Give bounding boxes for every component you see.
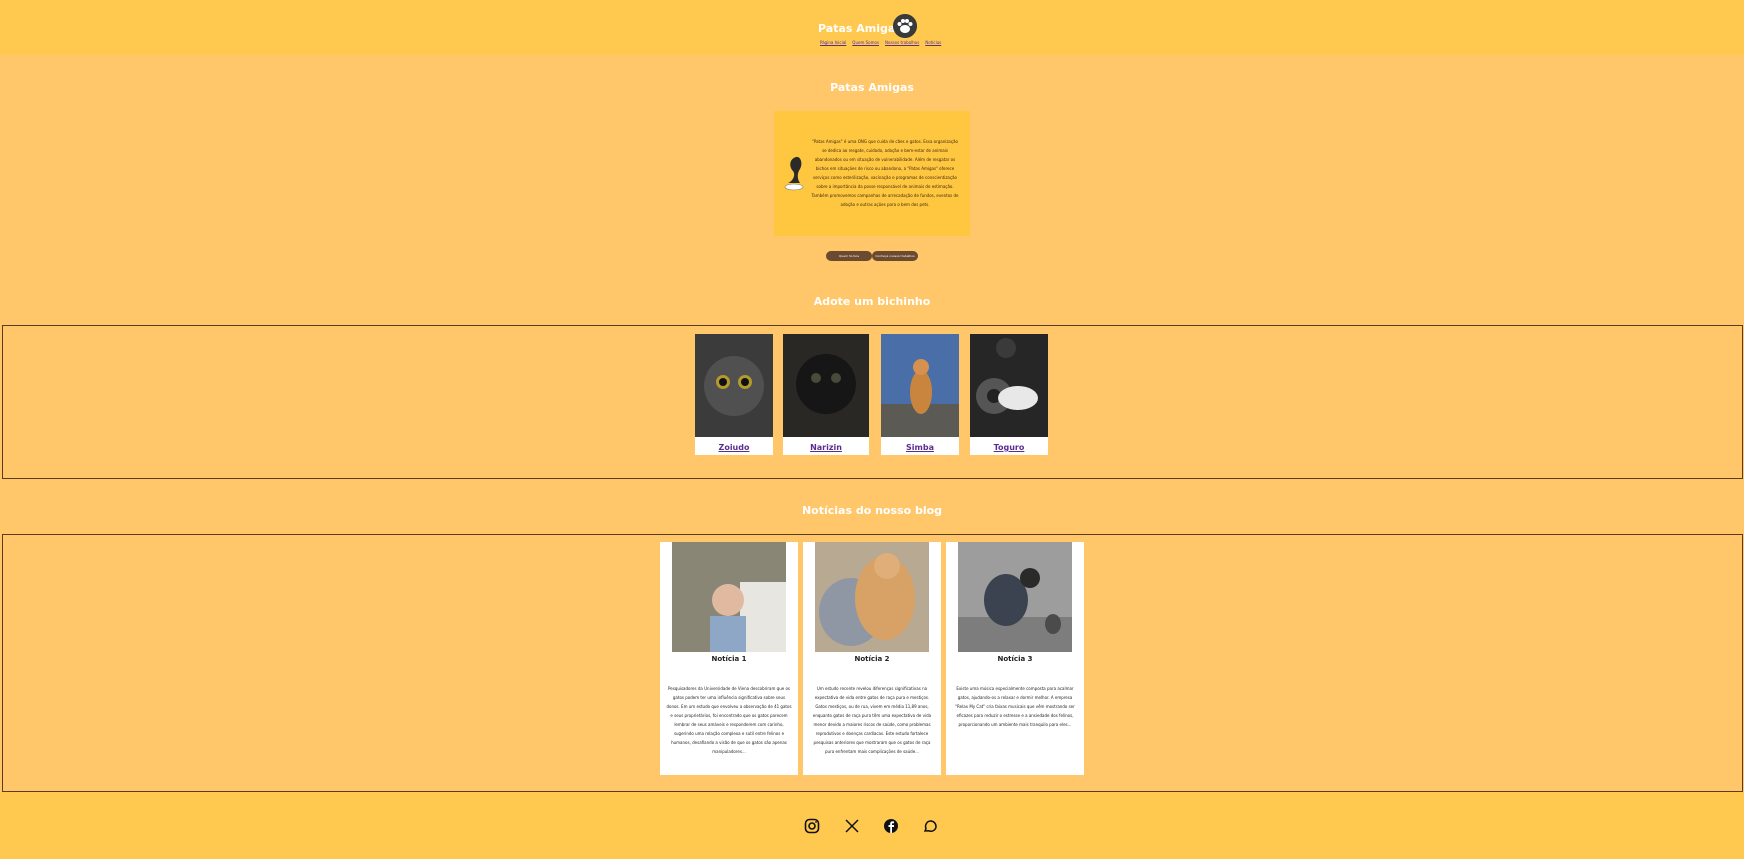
x-icon[interactable]	[844, 818, 860, 834]
news-photo	[672, 542, 786, 652]
facebook-icon[interactable]	[883, 818, 899, 834]
pet-photo	[783, 334, 869, 437]
site-footer	[0, 792, 1744, 859]
main-nav: Página Inicial Quem Somos Nossos trabalh…	[820, 40, 941, 45]
news-card[interactable]: Notícia 3 Existe uma música especialment…	[946, 542, 1084, 775]
pet-name-link[interactable]: Zoiudo	[695, 443, 773, 452]
whatsapp-icon[interactable]	[922, 818, 938, 834]
news-title: Notícia 1	[711, 655, 747, 663]
pet-name-link[interactable]: Narizin	[783, 443, 869, 452]
news-title: Notícia 2	[854, 655, 890, 663]
news-card[interactable]: Notícia 2 Um estudo recente revelou dife…	[803, 542, 941, 775]
pet-name-link[interactable]: Toguro	[970, 443, 1048, 452]
news-text: Um estudo recente revelou diferenças sig…	[812, 686, 932, 754]
paw-icon	[893, 14, 917, 38]
blog-title: Notícias do nosso blog	[801, 504, 943, 517]
nav-link-home[interactable]: Página Inicial	[820, 40, 846, 45]
brand-name[interactable]: Patas Amigas	[818, 22, 902, 35]
news-text: Pesquisadores da Universidade de Viena d…	[666, 686, 792, 754]
site-header: Patas Amigas Página Inicial Quem Somos N…	[0, 0, 1744, 55]
news-text: Existe uma música especialmente composta…	[955, 686, 1075, 727]
about-us-button[interactable]: Quem Somos	[826, 251, 872, 261]
nav-link-about[interactable]: Quem Somos	[852, 40, 879, 45]
pet-photo	[695, 334, 773, 437]
our-work-button[interactable]: Conheça nossos trabalhos	[872, 251, 918, 261]
pet-card[interactable]: Simba	[881, 334, 959, 455]
about-title: Patas Amigas	[830, 81, 914, 94]
pet-photo	[881, 334, 959, 437]
news-card[interactable]: Notícia 1 Pesquisadores da Universidade …	[660, 542, 798, 775]
pet-card[interactable]: Toguro	[970, 334, 1048, 455]
pet-card[interactable]: Zoiudo	[695, 334, 773, 455]
news-title: Notícia 3	[997, 655, 1033, 663]
pet-photo	[970, 334, 1048, 437]
nav-link-news[interactable]: Notícias	[925, 40, 941, 45]
news-photo	[958, 542, 1072, 652]
adopt-title: Adote um bichinho	[813, 295, 931, 308]
about-text: "Patas Amigas" é uma ONG que cuida de cã…	[811, 139, 959, 207]
adopt-section	[2, 325, 1743, 479]
cat-mascot-image	[784, 156, 804, 191]
nav-link-work[interactable]: Nossos trabalhos	[885, 40, 919, 45]
pet-name-link[interactable]: Simba	[881, 443, 959, 452]
news-photo	[815, 542, 929, 652]
pet-card[interactable]: Narizin	[783, 334, 869, 455]
instagram-icon[interactable]	[804, 818, 820, 834]
about-box: "Patas Amigas" é uma ONG que cuida de cã…	[774, 111, 970, 236]
